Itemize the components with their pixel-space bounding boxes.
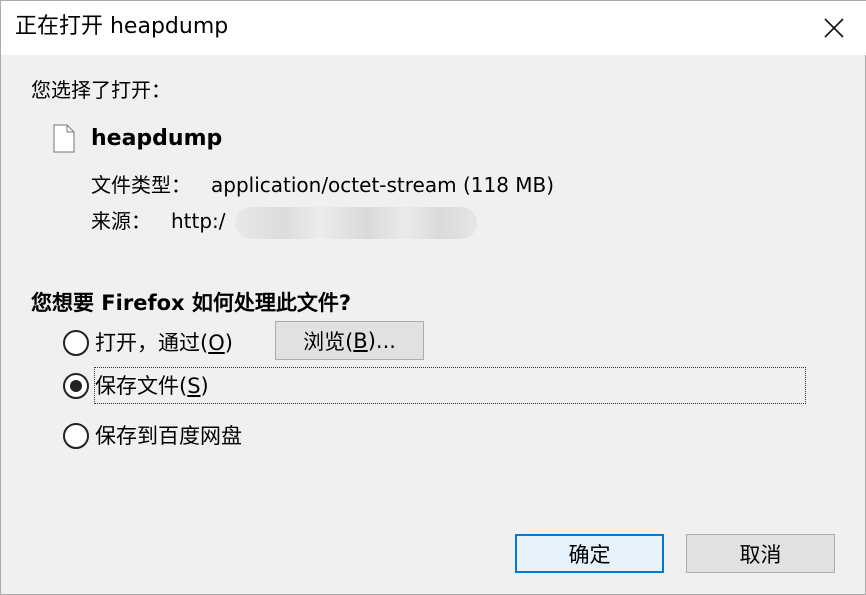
browse-button[interactable]: 浏览(B)... [275, 321, 424, 360]
handling-question: 您想要 Firefox 如何处理此文件? [31, 291, 352, 315]
file-source-label: 来源： [91, 209, 151, 233]
cancel-button[interactable]: 取消 [686, 534, 835, 573]
file-name: heapdump [91, 126, 223, 151]
ok-button[interactable]: 确定 [515, 534, 664, 573]
file-type-row: 文件类型： application/octet-stream (118 MB) [91, 172, 554, 198]
option-open-with[interactable]: 打开，通过(O) [63, 329, 233, 357]
option-save-file[interactable]: 保存文件(S) [63, 372, 209, 400]
option-save-to-baidu[interactable]: 保存到百度网盘 [63, 422, 242, 450]
dialog-title: 正在打开 heapdump [15, 14, 229, 39]
redacted-url [235, 207, 477, 239]
title-bar: 正在打开 heapdump [1, 1, 866, 55]
file-type-label: 文件类型： [91, 173, 191, 197]
radio-save-file[interactable] [63, 373, 89, 399]
option-open-with-label: 打开，通过(O) [95, 331, 233, 355]
download-dialog: 正在打开 heapdump 您选择了打开： heapdump 文件类型： appl… [0, 0, 866, 595]
file-source-value: http:/ [171, 209, 226, 233]
file-icon [53, 124, 75, 153]
file-type-value: application/octet-stream (118 MB) [211, 173, 555, 197]
intro-text: 您选择了打开： [31, 78, 171, 102]
close-button[interactable] [801, 1, 866, 55]
radio-save-to-baidu[interactable] [63, 423, 89, 449]
option-save-file-label: 保存文件(S) [95, 374, 209, 398]
close-icon [824, 18, 844, 38]
option-save-to-baidu-label: 保存到百度网盘 [95, 424, 242, 448]
radio-open-with[interactable] [63, 330, 89, 356]
file-source-row: 来源： http:/ [91, 208, 226, 234]
